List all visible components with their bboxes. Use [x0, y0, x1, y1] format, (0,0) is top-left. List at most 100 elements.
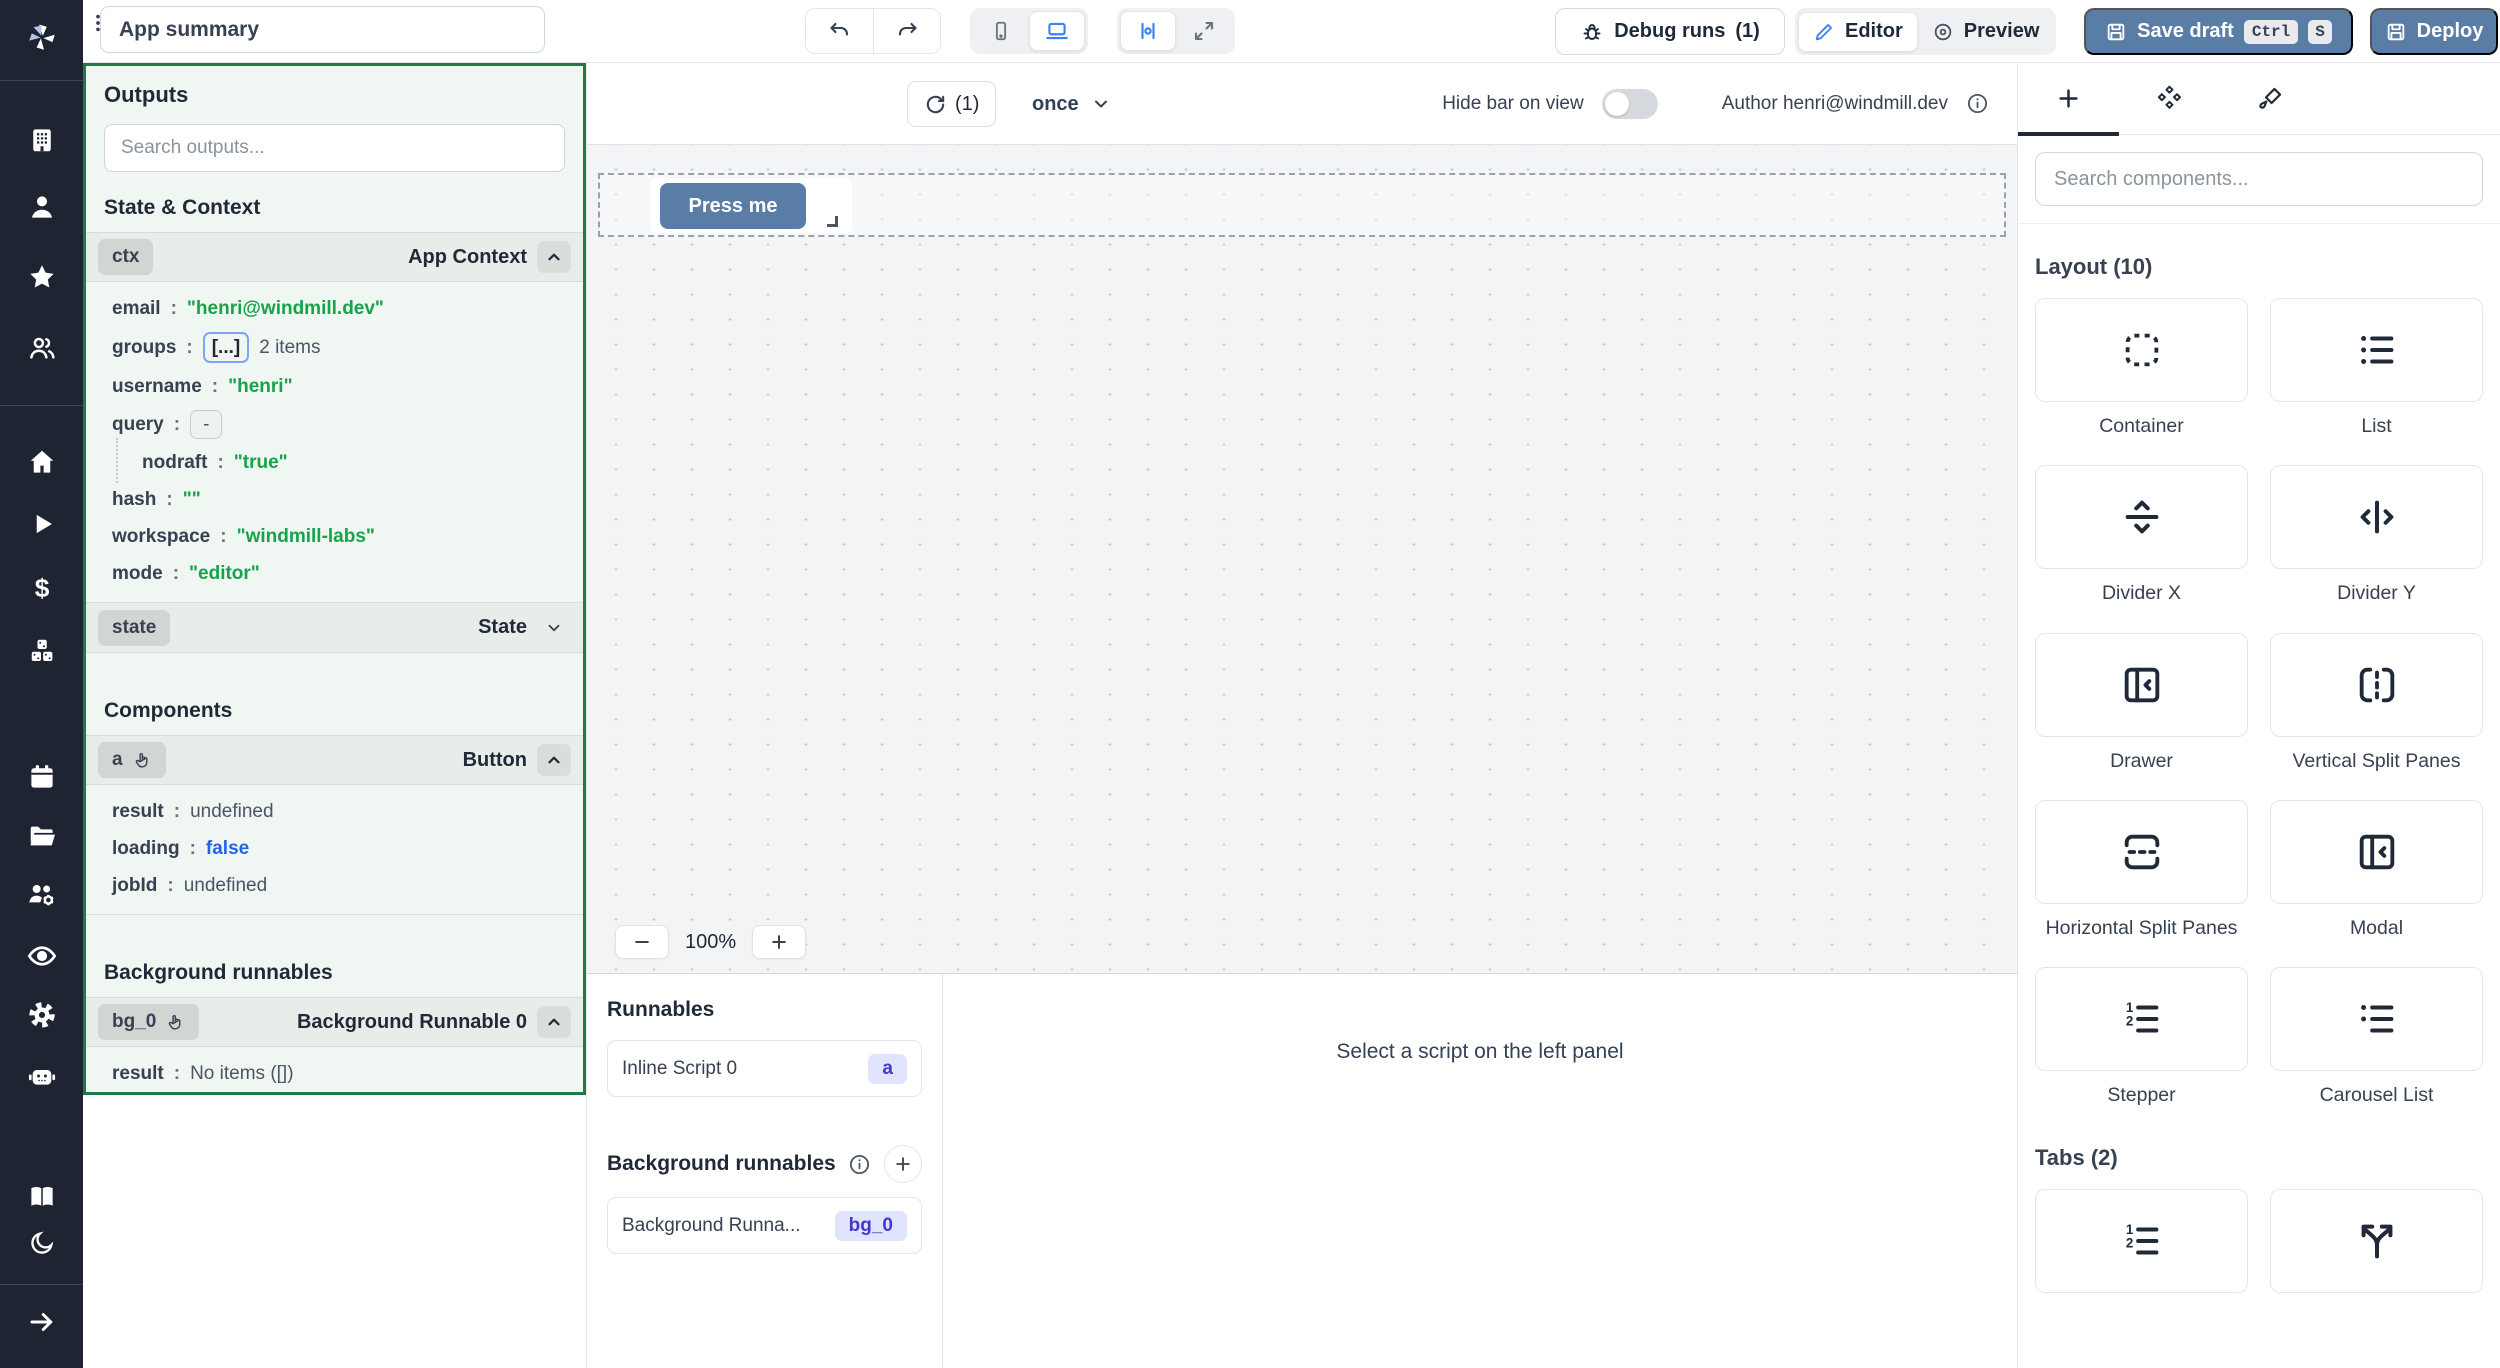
press-me-button[interactable]: Press me	[660, 183, 806, 229]
expand-array-badge[interactable]: [...]	[203, 332, 250, 363]
tab-editor[interactable]: Editor	[1798, 12, 1918, 52]
zoom-out-button[interactable]	[615, 925, 669, 959]
desktop-view-button[interactable]	[1029, 11, 1085, 51]
output-entry-loading: loading: false	[86, 830, 583, 867]
component-card-vertical-split[interactable]: Vertical Split Panes	[2270, 633, 2483, 774]
play-runs-icon[interactable]	[25, 507, 59, 541]
add-background-runnable-button[interactable]	[884, 1145, 922, 1183]
ctx-object-row[interactable]: ctx App Context	[86, 232, 583, 282]
center-canvas-button[interactable]	[1120, 11, 1176, 51]
tab-component-settings[interactable]	[2119, 63, 2220, 134]
expand-arrow-icon[interactable]	[25, 1305, 59, 1339]
output-entry-hash: hash: ""	[86, 481, 583, 518]
refresh-button[interactable]: (1)	[907, 81, 996, 127]
component-a-pill[interactable]: a	[98, 742, 166, 778]
inline-script-item[interactable]: Inline Script 0 a	[607, 1040, 922, 1097]
svg-text:$: $	[34, 573, 49, 603]
state-object-row[interactable]: state State	[86, 603, 583, 653]
outputs-sidebar: Outputs State & Context ctx App Context	[83, 63, 587, 1368]
carousel-list-icon	[2354, 996, 2400, 1042]
workspace-building-icon[interactable]	[25, 123, 59, 157]
undo-button[interactable]	[806, 9, 873, 53]
button-component-container[interactable]: Press me	[650, 178, 852, 233]
component-a-row[interactable]: a Button	[86, 735, 583, 785]
redo-button[interactable]	[873, 9, 940, 53]
output-entry-workspace: workspace: "windmill-labs"	[86, 518, 583, 555]
state-pill[interactable]: state	[98, 610, 170, 646]
info-icon[interactable]	[848, 1153, 871, 1176]
tab-preview[interactable]: Preview	[1918, 12, 2054, 52]
collapse-object-badge[interactable]: -	[190, 410, 222, 439]
tab-insert-component[interactable]	[2018, 63, 2119, 134]
settings-gear-icon[interactable]	[25, 998, 59, 1032]
chevron-down-icon	[1091, 94, 1111, 114]
background-runnable-item[interactable]: Background Runna... bg_0	[607, 1197, 922, 1254]
star-favorites-icon[interactable]	[25, 260, 59, 294]
audit-eye-icon[interactable]	[25, 939, 59, 973]
container-icon	[2119, 327, 2165, 373]
resize-handle[interactable]	[827, 216, 838, 227]
refresh-count: (1)	[955, 93, 979, 116]
component-card-horizontal-split[interactable]: Horizontal Split Panes	[2035, 800, 2248, 941]
schedule-mode-dropdown[interactable]: once	[1032, 81, 1111, 127]
expand-state-button[interactable]	[537, 612, 571, 644]
tab-theme-styling[interactable]	[2220, 63, 2321, 134]
component-card-divider-y[interactable]: Divider Y	[2270, 465, 2483, 606]
app-summary-input[interactable]	[100, 6, 545, 53]
zoom-in-button[interactable]	[752, 925, 806, 959]
component-card-list[interactable]: List	[2270, 298, 2483, 439]
author-label: Author henri@windmill.dev	[1722, 93, 1948, 115]
deploy-button[interactable]: Deploy	[2370, 8, 2498, 55]
pointer-hand-icon	[166, 1013, 185, 1032]
ai-robot-icon[interactable]	[25, 1059, 59, 1093]
component-card-stepper[interactable]: 12 Stepper	[2035, 967, 2248, 1108]
s-key-chip: S	[2308, 20, 2332, 44]
collapse-ctx-button[interactable]	[537, 241, 571, 273]
save-draft-button[interactable]: Save draft Ctrl S	[2084, 8, 2353, 55]
search-outputs-input[interactable]	[104, 124, 565, 172]
dark-mode-moon-icon[interactable]	[25, 1226, 59, 1260]
component-card-conditional-tabs[interactable]	[2270, 1189, 2483, 1306]
mobile-view-button[interactable]	[973, 11, 1029, 51]
divider-x-icon	[2119, 494, 2165, 540]
script-id-badge: a	[868, 1054, 907, 1084]
component-card-drawer[interactable]: Drawer	[2035, 633, 2248, 774]
component-card-carousel-list[interactable]: Carousel List	[2270, 967, 2483, 1108]
info-icon[interactable]	[1966, 92, 1989, 115]
canvas-column: (1) once Hide bar on view Author henri@w…	[587, 63, 2017, 1368]
app-canvas[interactable]: Press me 100%	[587, 145, 2017, 973]
component-card-container[interactable]: Container	[2035, 298, 2248, 439]
dollar-variables-icon[interactable]: $	[25, 571, 59, 605]
background-runnables-header: Background runnables	[607, 1145, 922, 1183]
schedules-calendar-icon[interactable]	[25, 760, 59, 794]
home-icon[interactable]	[25, 445, 59, 479]
output-entry-mode: mode: "editor"	[86, 555, 583, 592]
folders-icon[interactable]	[25, 819, 59, 853]
resources-cubes-icon[interactable]	[25, 634, 59, 668]
collapse-component-a-button[interactable]	[537, 744, 571, 776]
debug-runs-button[interactable]: Debug runs (1)	[1555, 8, 1785, 55]
refresh-icon	[924, 93, 947, 116]
component-card-tabs[interactable]: 12	[2035, 1189, 2248, 1306]
canvas-align-group	[1117, 8, 1235, 54]
component-card-divider-x[interactable]: Divider X	[2035, 465, 2248, 606]
output-entry-groups: groups: [...] 2 items	[86, 327, 583, 368]
docs-book-icon[interactable]	[25, 1180, 59, 1214]
fullscreen-expand-button[interactable]	[1176, 11, 1232, 51]
search-components-input[interactable]	[2035, 152, 2483, 206]
bg0-object-row[interactable]: bg_0 Background Runnable 0	[86, 997, 583, 1047]
user-groups-icon[interactable]	[25, 331, 59, 365]
windmill-logo[interactable]	[25, 20, 59, 54]
collapse-bg0-button[interactable]	[537, 1006, 571, 1038]
component-card-modal[interactable]: Modal	[2270, 800, 2483, 941]
ctx-pill[interactable]: ctx	[98, 239, 153, 275]
hide-bar-toggle[interactable]	[1602, 89, 1658, 119]
components-list: Layout (10) Container List Divider	[2018, 224, 2500, 1368]
conditional-tabs-icon	[2354, 1218, 2400, 1264]
modal-icon	[2354, 829, 2400, 875]
workers-group-cog-icon[interactable]	[25, 878, 59, 912]
editor-preview-toggle: Editor Preview	[1795, 8, 2056, 55]
plus-icon	[2055, 85, 2082, 112]
bg0-pill[interactable]: bg_0	[98, 1004, 199, 1040]
user-icon[interactable]	[25, 190, 59, 224]
